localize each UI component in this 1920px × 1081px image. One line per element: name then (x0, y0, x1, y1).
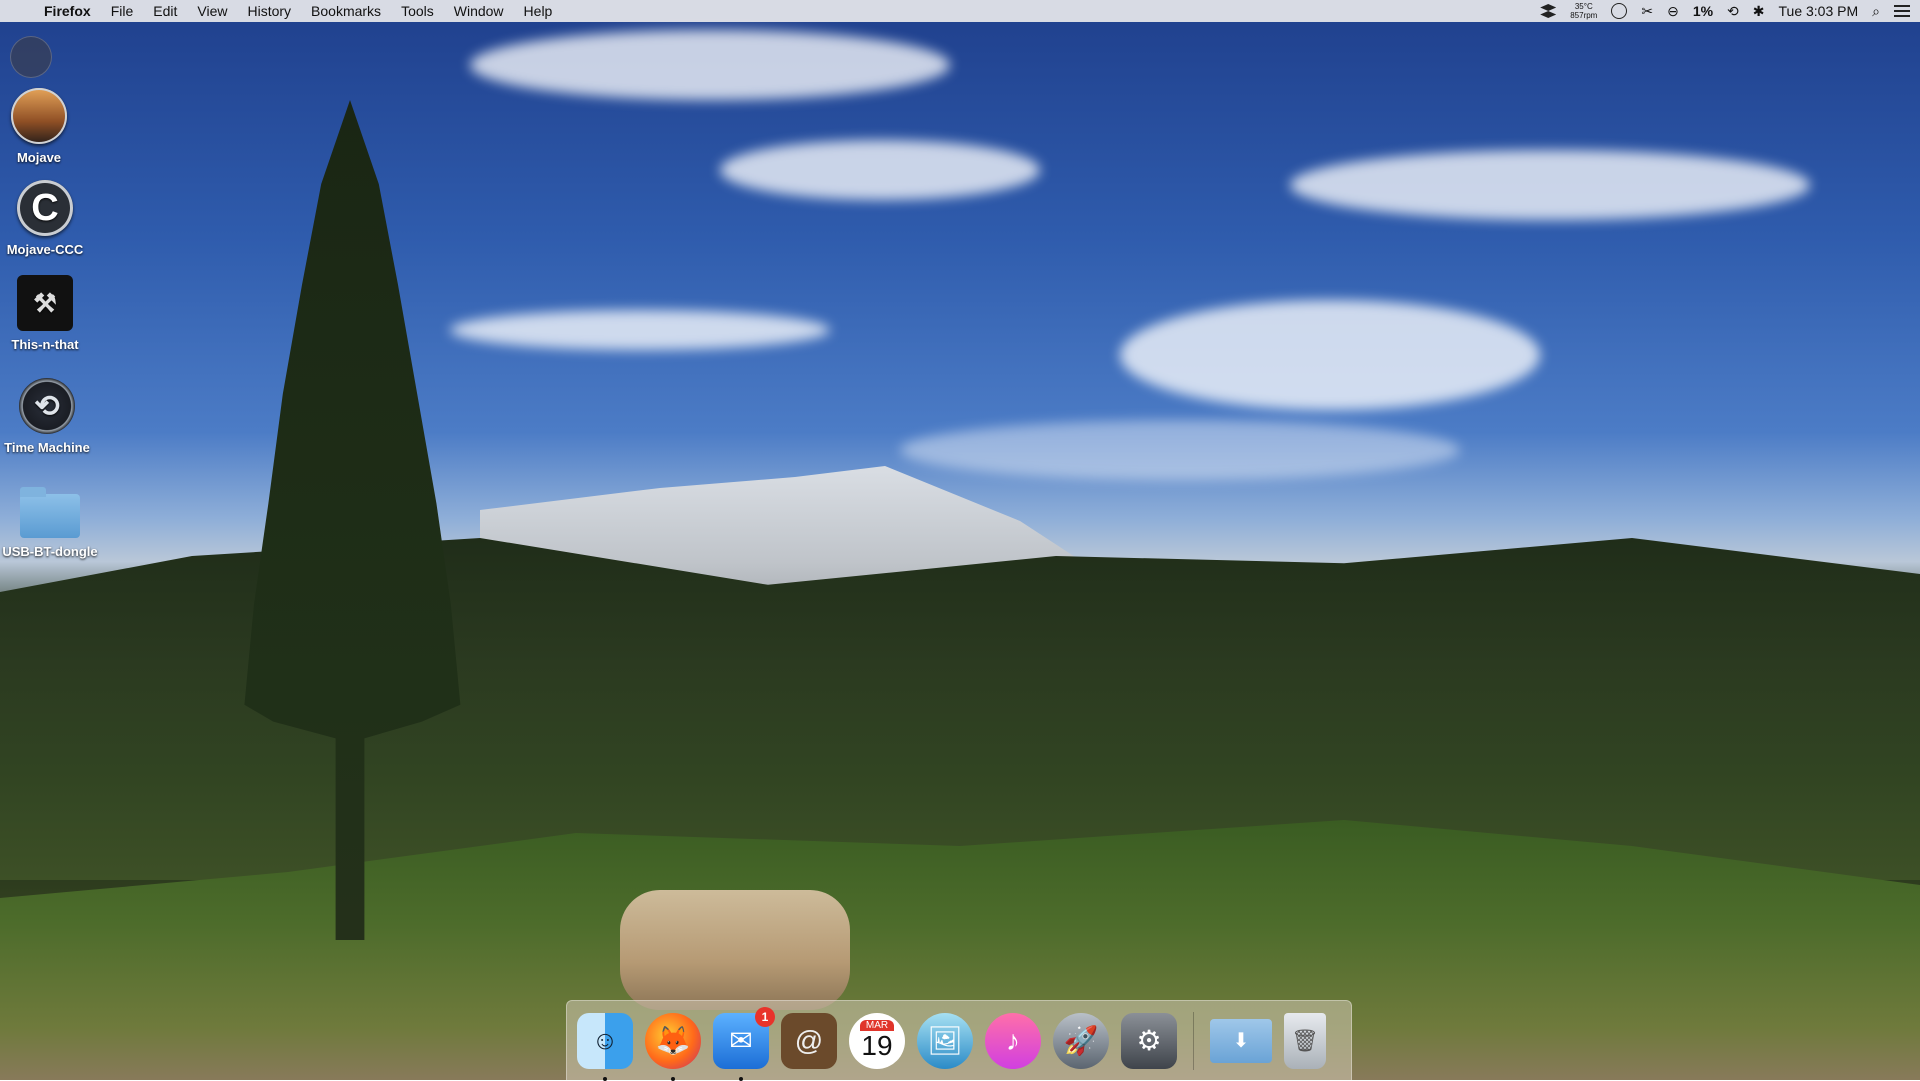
rpm-label: 857rpm (1570, 11, 1598, 20)
music-note-icon: ♪ (1006, 1024, 1020, 1056)
trash-icon: 🗑 (1291, 1027, 1319, 1053)
dock-mail[interactable]: ✉ 1 (713, 1006, 775, 1081)
battery-percent[interactable]: 1% (1693, 3, 1713, 19)
desktop-icon-mojave[interactable]: Mojave (0, 88, 89, 165)
folder-icon (20, 487, 80, 538)
dock-downloads-folder[interactable]: ⬇ (1210, 1018, 1272, 1063)
dock-system-preferences[interactable]: ⚙ (1121, 1012, 1177, 1069)
menu-edit[interactable]: Edit (143, 0, 187, 22)
desktop-icon-label: Mojave (16, 150, 62, 165)
finder-face-icon: ☺ (591, 1025, 619, 1055)
desktop-icon-this-n-that[interactable]: ⚒ This-n-that (0, 275, 95, 352)
dock-preview[interactable]: 🖼 (917, 1012, 973, 1069)
cloud (900, 420, 1460, 480)
desktop-icon-label: USB-BT-dongle (2, 544, 98, 559)
disk-icon[interactable] (10, 36, 52, 78)
download-icon: ⬇ (1232, 1030, 1250, 1052)
desktop-icon-label: Mojave-CCC (6, 242, 84, 257)
dock-firefox[interactable]: 🦊 (645, 1012, 701, 1081)
dock-contacts[interactable]: @ (781, 1012, 837, 1069)
clock[interactable]: Tue 3:03 PM (1779, 3, 1859, 19)
menu-bookmarks[interactable]: Bookmarks (301, 0, 391, 22)
dropbox-icon[interactable] (1540, 4, 1557, 18)
menu-tools[interactable]: Tools (391, 0, 444, 22)
desktop-icon-mojave-ccc[interactable]: C Mojave-CCC (0, 180, 95, 257)
time-machine-icon[interactable]: ⟲ (1727, 3, 1739, 20)
ccc-drive-icon: C (17, 180, 73, 236)
dock-itunes[interactable]: ♪ (985, 1012, 1041, 1069)
menu-window[interactable]: Window (444, 0, 514, 22)
gear-icon: ⚙ (1136, 1025, 1162, 1056)
toolbox-icon: ⚒ (17, 275, 73, 331)
temp-fan-status[interactable]: 35°C 857rpm (1570, 2, 1597, 20)
desktop-icon-label: This-n-that (11, 337, 79, 352)
desktop-icon-usb-bt-dongle[interactable]: USB-BT-dongle (0, 484, 100, 559)
mail-envelope-icon: ✉ (729, 1025, 753, 1056)
calendar-day: 19 (861, 1030, 893, 1061)
desktop-icon-label: Time Machine (4, 440, 90, 455)
dock-finder[interactable]: ☺ (577, 1012, 633, 1081)
dock-launchpad[interactable]: 🚀 (1053, 1012, 1109, 1069)
cloud (1120, 300, 1540, 410)
desktop-icon-time-machine[interactable]: ⟲ Time Machine (0, 378, 97, 455)
cloud (1290, 150, 1810, 220)
dock: ☺ 🦊 ✉ 1 @ MAR 19 🖼 ♪ 🚀 ⚙ ⬇ 🗑 (566, 1000, 1352, 1081)
menu-app-name[interactable]: Firefox (34, 0, 101, 22)
scissors-icon[interactable]: ✂ (1641, 3, 1653, 20)
notification-center-icon[interactable] (1894, 5, 1910, 17)
menu-file[interactable]: File (101, 0, 144, 22)
cloud (450, 310, 830, 350)
dock-trash[interactable]: 🗑 (1284, 1012, 1326, 1069)
menu-help[interactable]: Help (514, 0, 563, 22)
cloud (720, 140, 1040, 200)
cloud (470, 30, 950, 100)
contacts-icon: @ (794, 1024, 824, 1056)
dock-calendar[interactable]: MAR 19 (849, 1012, 905, 1069)
preview-icon: 🖼 (927, 1025, 963, 1056)
menu-history[interactable]: History (237, 0, 301, 22)
drive-icon (11, 88, 67, 144)
menu-bar: Firefox File Edit View History Bookmarks… (0, 0, 1920, 22)
mail-badge: 1 (755, 1006, 775, 1027)
time-machine-icon: ⟲ (19, 378, 75, 434)
no-entry-icon[interactable]: ⊖ (1667, 3, 1679, 20)
dock-separator (1193, 1011, 1194, 1070)
temp-label: 35°C (1574, 2, 1593, 11)
rocket-icon: 🚀 (1063, 1025, 1099, 1056)
circle-status-icon[interactable] (1611, 3, 1628, 19)
firefox-icon: 🦊 (655, 1025, 691, 1056)
desktop-wallpaper (0, 0, 1920, 1080)
spotlight-icon[interactable]: ⌕ (1872, 3, 1880, 20)
rocks (620, 890, 850, 1010)
menu-view[interactable]: View (187, 0, 237, 22)
bluetooth-icon[interactable]: ✱ (1753, 3, 1765, 20)
